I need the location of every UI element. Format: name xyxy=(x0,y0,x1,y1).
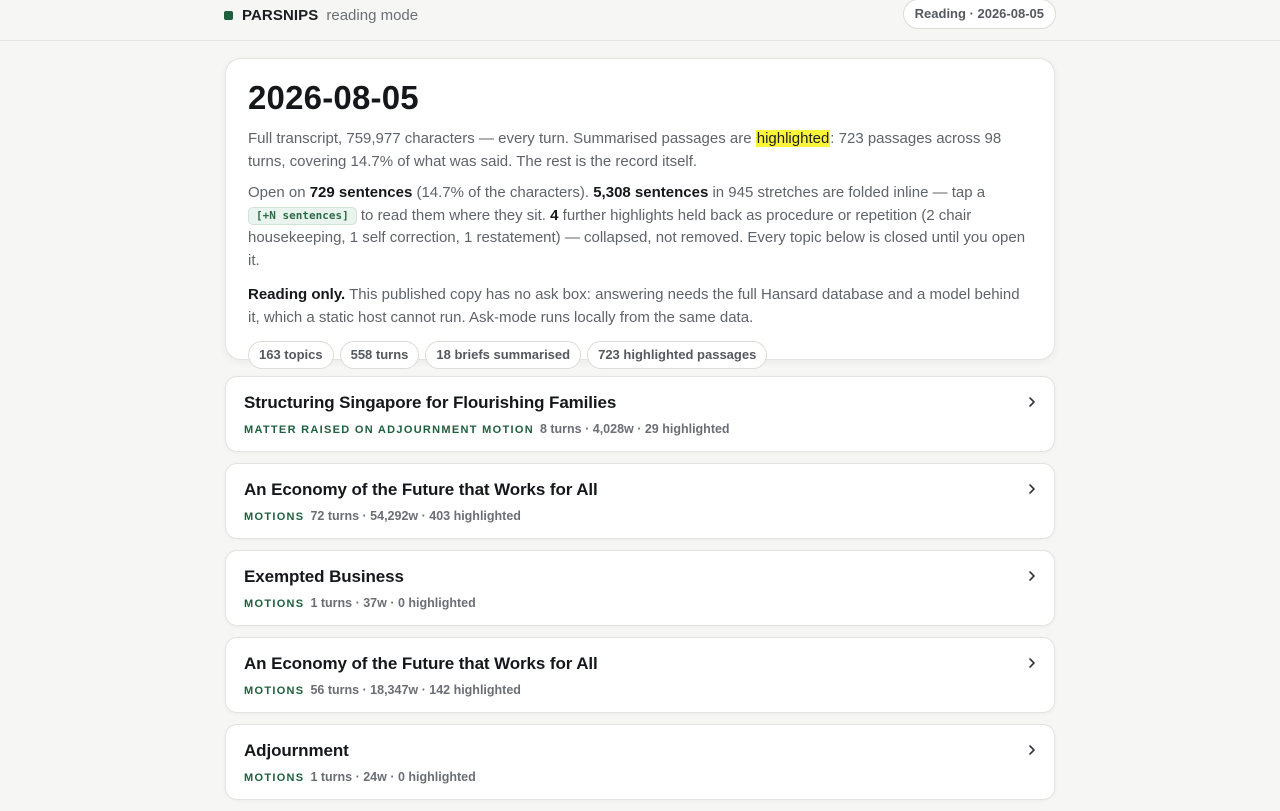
stat-chip-passages: 723 highlighted passages xyxy=(587,341,768,369)
topic-meta: MOTIONS 72 turns · 54,292w · 403 highlig… xyxy=(244,509,521,523)
reading-date-pill: Reading · 2026-08-05 xyxy=(902,0,1056,29)
topic-title: Exempted Business xyxy=(244,567,404,586)
brand: PARSNIPS reading mode xyxy=(224,6,418,24)
topic-kind: MOTIONS xyxy=(244,685,305,697)
stats-chips: 163 topics 558 turns 18 briefs summarise… xyxy=(248,341,1032,369)
topic-title: An Economy of the Future that Works for … xyxy=(244,480,598,499)
brand-mode-label: reading mode xyxy=(326,6,419,24)
brand-dot-icon xyxy=(224,10,233,20)
expand-sentences-chip: [+N sentences] xyxy=(248,206,357,225)
highlight-sample: highlighted xyxy=(755,130,831,147)
topic-card[interactable]: Adjournment MOTIONS 1 turns · 24w · 0 hi… xyxy=(225,724,1055,800)
chevron-right-icon[interactable] xyxy=(1026,570,1038,582)
folded-sentence-count: 5,308 sentences xyxy=(593,184,709,201)
stat-chip-topics: 163 topics xyxy=(248,341,334,369)
folding-explanation: Open on 729 sentences (14.7% of the char… xyxy=(248,182,1032,272)
stat-chip-turns: 558 turns xyxy=(339,341,420,369)
topic-title: Structuring Singapore for Flourishing Fa… xyxy=(244,393,617,412)
reading-only-notice: Reading only. This published copy has no… xyxy=(248,284,1032,329)
transcript-summary: Full transcript, 759,977 characters — ev… xyxy=(248,128,1032,173)
chevron-right-icon[interactable] xyxy=(1026,396,1038,408)
topic-kind: MATTER RAISED ON ADJOURNMENT MOTION xyxy=(244,424,534,436)
topic-list: Structuring Singapore for Flourishing Fa… xyxy=(225,376,1055,811)
brand-name: PARSNIPS xyxy=(242,6,319,24)
reading-only-label: Reading only. xyxy=(248,286,346,303)
topic-stats: 1 turns · 37w · 0 highlighted xyxy=(310,596,476,610)
topic-title: Adjournment xyxy=(244,741,349,760)
summary-text: Full transcript, 759,977 characters — ev… xyxy=(248,130,756,147)
stat-chip-briefs: 18 briefs summarised xyxy=(425,341,582,369)
topic-card[interactable]: Structuring Singapore for Flourishing Fa… xyxy=(225,376,1055,452)
held-back-count: 4 xyxy=(550,206,559,224)
reading-only-text: This published copy has no ask box: answ… xyxy=(248,286,1020,326)
fold-text: (14.7% of the characters). xyxy=(412,184,594,201)
topic-stats: 56 turns · 18,347w · 142 highlighted xyxy=(310,683,521,697)
topic-title: An Economy of the Future that Works for … xyxy=(244,654,598,673)
topic-stats: 1 turns · 24w · 0 highlighted xyxy=(310,770,476,784)
topic-kind: MOTIONS xyxy=(244,511,305,523)
fold-text: in 945 stretches are folded inline — tap… xyxy=(708,184,986,201)
chevron-right-icon[interactable] xyxy=(1026,657,1038,669)
fold-text: to read them where they sit. xyxy=(356,206,551,224)
topic-meta: MATTER RAISED ON ADJOURNMENT MOTION 8 tu… xyxy=(244,422,730,436)
topic-meta: MOTIONS 1 turns · 24w · 0 highlighted xyxy=(244,770,476,784)
topic-meta: MOTIONS 56 turns · 18,347w · 142 highlig… xyxy=(244,683,521,697)
topic-card[interactable]: An Economy of the Future that Works for … xyxy=(225,463,1055,539)
topic-meta: MOTIONS 1 turns · 37w · 0 highlighted xyxy=(244,596,476,610)
top-bar: PARSNIPS reading mode Reading · 2026-08-… xyxy=(0,0,1280,41)
fold-text: Open on xyxy=(248,184,310,201)
topic-card[interactable]: Exempted Business MOTIONS 1 turns · 37w … xyxy=(225,550,1055,626)
intro-card: 2026-08-05 Full transcript, 759,977 char… xyxy=(225,58,1055,369)
topic-kind: MOTIONS xyxy=(244,772,305,784)
topic-card[interactable]: An Economy of the Future that Works for … xyxy=(225,637,1055,713)
topic-stats: 8 turns · 4,028w · 29 highlighted xyxy=(539,422,730,436)
chevron-right-icon[interactable] xyxy=(1026,744,1038,756)
open-sentence-count: 729 sentences xyxy=(309,184,413,201)
topic-kind: MOTIONS xyxy=(244,598,305,610)
page-title: 2026-08-05 xyxy=(248,79,419,116)
topic-stats: 72 turns · 54,292w · 403 highlighted xyxy=(310,509,521,523)
chevron-right-icon[interactable] xyxy=(1026,483,1038,495)
